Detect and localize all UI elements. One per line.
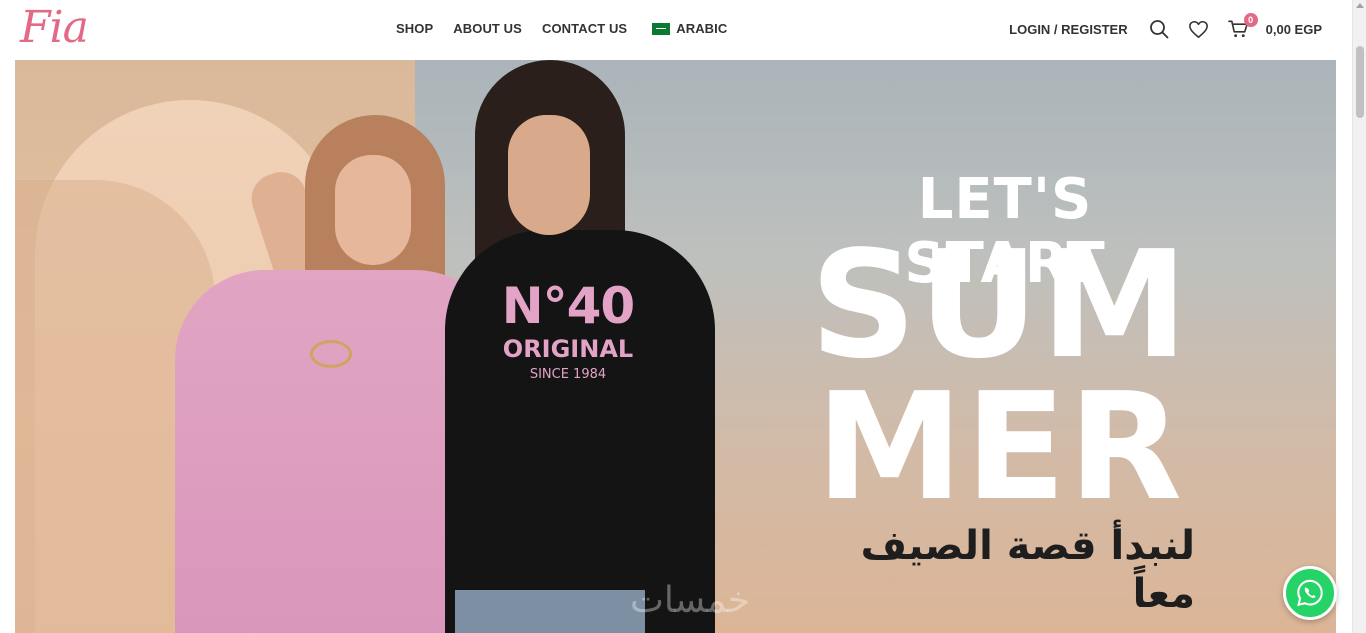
site-header: Fia SHOP ABOUT US CONTACT US ARABIC LOGI… [0,0,1352,60]
whatsapp-icon [1297,579,1323,607]
hero-banner[interactable]: N°40 ORIGINAL SINCE 1984 LET'S START SUM… [15,60,1336,633]
search-button[interactable] [1148,18,1170,40]
page-scrollbar[interactable] [1352,0,1366,633]
logo[interactable]: Fia [20,2,89,54]
cart-count-badge: 0 [1243,13,1258,27]
watermark: خمسات [629,580,751,621]
hero-headline-line3: MER [815,361,1185,533]
language-switcher[interactable]: ARABIC [652,21,727,36]
login-register-link[interactable]: LOGIN / REGISTER [1009,22,1127,37]
heart-icon [1189,20,1209,38]
header-tools: LOGIN / REGISTER 0 0,00 EGP [1009,13,1322,40]
search-icon [1149,20,1169,39]
model-right-face [508,115,590,235]
nav-shop[interactable]: SHOP [396,21,433,36]
hoodie-print-word: ORIGINAL [502,335,634,363]
cart-button[interactable]: 0 [1228,13,1258,40]
nav-about-us[interactable]: ABOUT US [453,21,522,36]
scroll-up-arrow-icon[interactable] [1356,3,1364,8]
model-left-face [335,155,411,265]
tshirt-logo-icon [310,340,352,368]
main-nav: SHOP ABOUT US CONTACT US ARABIC [396,21,747,36]
nav-contact-us[interactable]: CONTACT US [542,21,627,36]
hero-headline-line2: SUM [809,219,1191,391]
saudi-flag-icon [652,22,671,35]
hoodie-print-since: SINCE 1984 [529,367,607,382]
wishlist-button[interactable] [1188,18,1210,40]
scroll-thumb[interactable] [1356,46,1364,118]
language-label: ARABIC [676,21,728,36]
cart-total[interactable]: 0,00 EGP [1266,22,1322,37]
whatsapp-button[interactable] [1283,566,1337,620]
hero-arabic-tagline: لنبدأ قصة الصيف معاً [860,523,1195,617]
hoodie-print-number: N°40 [501,277,635,335]
